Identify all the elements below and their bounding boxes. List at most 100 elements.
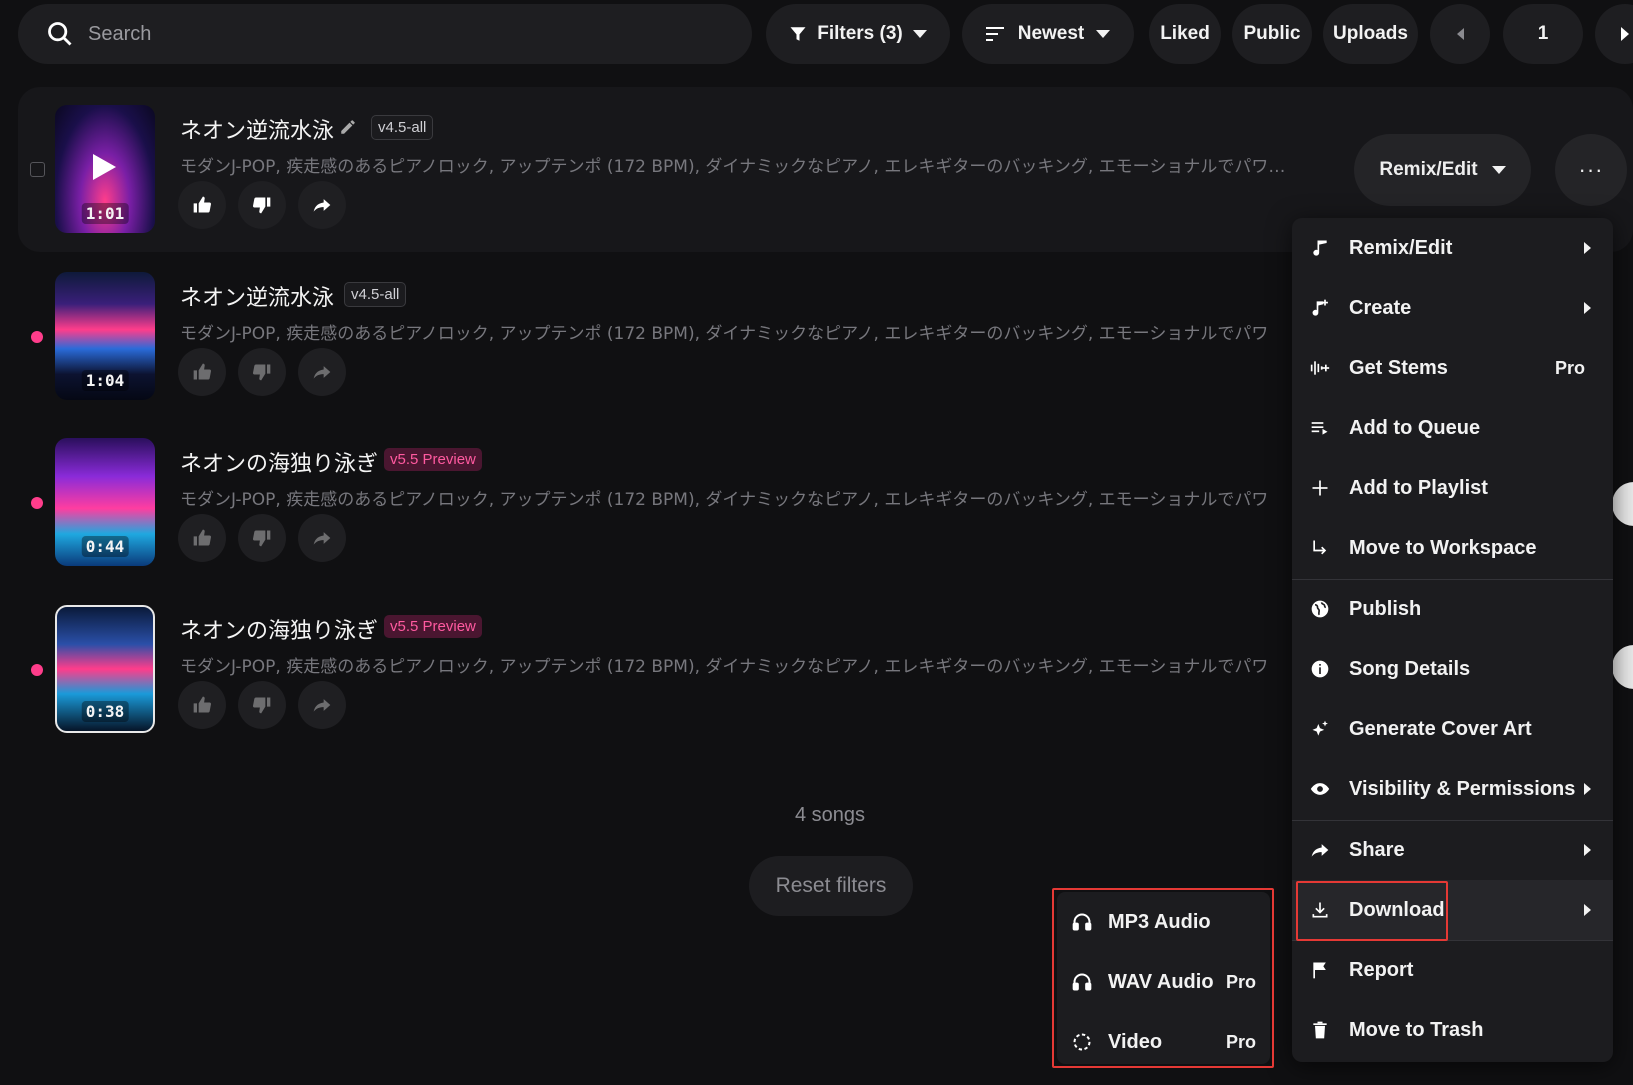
menu-item-label: Generate Cover Art (1349, 717, 1532, 740)
song-title[interactable]: ネオン逆流水泳 (180, 113, 334, 145)
menu-item-label: Move to Workspace (1349, 536, 1537, 559)
dislike-button[interactable] (238, 181, 286, 229)
share-button[interactable] (298, 181, 346, 229)
dislike-button[interactable] (238, 681, 286, 729)
menu-item-visibility-permissions[interactable]: Visibility & Permissions (1292, 759, 1613, 819)
share-button[interactable] (298, 514, 346, 562)
chevron-right-icon (1584, 844, 1591, 856)
share-button[interactable] (298, 681, 346, 729)
menu-item-remix-edit[interactable]: Remix/Edit (1292, 218, 1613, 278)
song-row[interactable]: 0:38 ネオンの海独り泳ぎ v5.5 Preview モダンJ-POP, 疾走… (0, 605, 1300, 735)
filter-icon (790, 27, 806, 41)
song-cover[interactable]: 1:01 (55, 105, 155, 233)
menu-item-publish[interactable]: Publish (1292, 579, 1613, 639)
next-page-button[interactable] (1595, 4, 1633, 64)
share-button[interactable] (298, 348, 346, 396)
chevron-down-icon (1491, 166, 1506, 174)
song-row[interactable]: 1:04 ネオン逆流水泳 v4.5-all モダンJ-POP, 疾走感のあるピア… (0, 272, 1300, 402)
menu-item-report[interactable]: Report (1292, 940, 1613, 1000)
music-note-icon (1313, 240, 1327, 256)
song-duration: 0:38 (81, 701, 129, 722)
trash-icon (1313, 1021, 1327, 1039)
song-cover[interactable]: 1:04 (55, 272, 155, 400)
chevron-right-icon (1584, 783, 1591, 795)
share-arrow-icon (313, 532, 331, 545)
song-title[interactable]: ネオン逆流水泳 (180, 280, 334, 312)
toolbar: Search Filters (3) Newest Liked Public U… (18, 4, 1633, 64)
chevron-right-icon (1584, 302, 1591, 314)
song-cover[interactable]: 0:44 (55, 438, 155, 566)
song-actions (178, 348, 346, 396)
thumbs-down-icon (252, 697, 271, 714)
more-options-button[interactable]: ··· (1555, 134, 1627, 206)
song-row[interactable]: 0:44 ネオンの海独り泳ぎ v5.5 Preview モダンJ-POP, 疾走… (0, 438, 1300, 568)
remix-edit-label: Remix/Edit (1379, 159, 1478, 180)
thumbs-down-icon (252, 530, 271, 547)
song-title[interactable]: ネオンの海独り泳ぎ (180, 446, 378, 478)
menu-item-add-to-playlist[interactable]: Add to Playlist (1292, 458, 1613, 518)
plus-icon (1312, 480, 1328, 496)
row-button-edge[interactable] (1612, 645, 1633, 689)
filters-button[interactable]: Filters (3) (766, 4, 950, 64)
like-button[interactable] (178, 514, 226, 562)
song-duration: 0:44 (81, 536, 129, 557)
song-actions (178, 514, 346, 562)
menu-item-add-to-queue[interactable]: Add to Queue (1292, 398, 1613, 458)
thumbs-up-icon (193, 696, 212, 713)
eye-icon (1310, 783, 1330, 795)
thumbs-up-icon (193, 196, 212, 213)
share-arrow-icon (313, 199, 331, 212)
play-icon[interactable] (91, 153, 117, 181)
menu-item-song-details[interactable]: Song Details (1292, 639, 1613, 699)
like-button[interactable] (178, 348, 226, 396)
song-title[interactable]: ネオンの海独り泳ぎ (180, 613, 378, 645)
chevron-down-icon (912, 30, 927, 38)
chevron-left-icon (1456, 28, 1464, 40)
like-button[interactable] (178, 181, 226, 229)
song-row[interactable]: 1:01 ネオン逆流水泳 v4.5-all モダンJ-POP, 疾走感のあるピア… (0, 105, 1300, 235)
page-number[interactable]: 1 (1503, 4, 1583, 64)
version-tag: v4.5-all (371, 115, 434, 140)
menu-item-label: Remix/Edit (1349, 236, 1453, 259)
dislike-button[interactable] (238, 514, 286, 562)
dislike-button[interactable] (238, 348, 286, 396)
music-plus-icon (1312, 299, 1328, 316)
menu-item-label: Get Stems (1349, 356, 1448, 379)
menu-item-get-stems[interactable]: Get Stems Pro (1292, 338, 1613, 398)
share-arrow-icon (1311, 844, 1329, 857)
menu-item-create[interactable]: Create (1292, 278, 1613, 338)
like-button[interactable] (178, 681, 226, 729)
pencil-icon[interactable] (339, 118, 357, 136)
song-description: モダンJ-POP, 疾走感のあるピアノロック, アップテンポ (172 BPM)… (180, 490, 1269, 510)
song-description: モダンJ-POP, 疾走感のあるピアノロック, アップテンポ (172 BPM)… (180, 657, 1269, 677)
menu-item-share[interactable]: Share (1292, 820, 1613, 880)
menu-item-move-to-workspace[interactable]: Move to Workspace (1292, 518, 1613, 578)
submenu-highlight-box (1052, 888, 1274, 1068)
sparkles-icon (1312, 720, 1328, 736)
new-indicator-dot (31, 497, 43, 509)
sort-dropdown[interactable]: Newest (962, 4, 1134, 64)
download-highlight-box (1296, 881, 1448, 941)
search-input[interactable]: Search (18, 4, 752, 64)
info-icon (1311, 660, 1329, 678)
song-cover[interactable]: 0:38 (55, 605, 155, 733)
menu-item-move-to-trash[interactable]: Move to Trash (1292, 1000, 1613, 1060)
liked-filter-button[interactable]: Liked (1149, 4, 1221, 64)
menu-item-generate-cover-art[interactable]: Generate Cover Art (1292, 699, 1613, 759)
remix-edit-button[interactable]: Remix/Edit (1354, 134, 1531, 206)
version-tag: v5.5 Preview (384, 615, 482, 638)
menu-item-label: Publish (1349, 597, 1422, 620)
menu-item-label: Visibility & Permissions (1349, 777, 1576, 800)
menu-item-label: Share (1349, 838, 1405, 861)
chevron-right-icon (1584, 904, 1591, 916)
share-arrow-icon (313, 699, 331, 712)
uploads-filter-button[interactable]: Uploads (1323, 4, 1418, 64)
public-filter-button[interactable]: Public (1232, 4, 1312, 64)
previous-page-button[interactable] (1430, 4, 1490, 64)
row-button-edge[interactable] (1612, 482, 1633, 526)
reset-filters-button[interactable]: Reset filters (749, 856, 913, 916)
song-count: 4 songs (795, 804, 866, 826)
globe-icon (1311, 600, 1329, 618)
pro-badge: Pro (1554, 357, 1585, 378)
select-checkbox[interactable] (30, 162, 45, 177)
